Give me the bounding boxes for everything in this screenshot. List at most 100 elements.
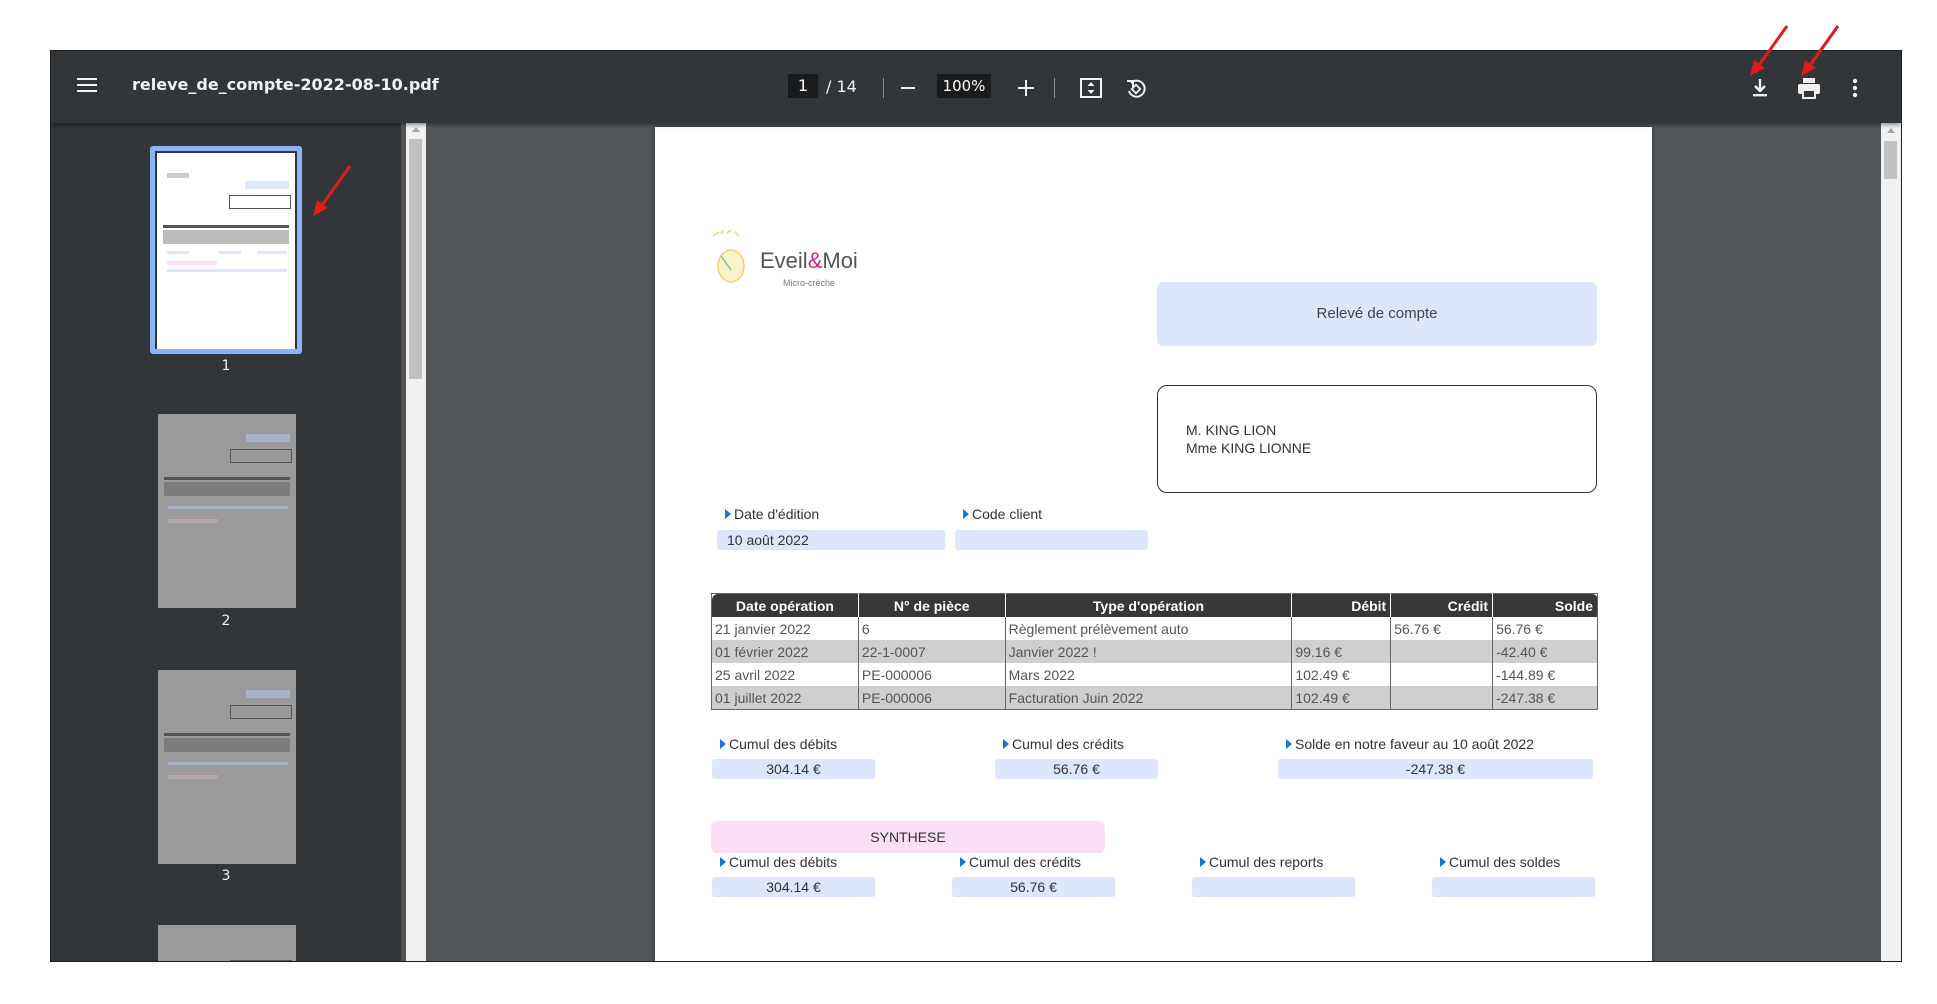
statement-title: Relevé de compte [1157,282,1597,346]
toolbar-divider [1054,78,1055,98]
thumbnail-number: 1 [221,358,231,374]
total-debits-field: 304.14 € [712,759,875,779]
sidebar-scrollbar[interactable] [406,123,426,961]
thumbnail-page-1[interactable] [150,146,302,356]
annotation-arrow-icon [1750,25,1789,76]
table-cell: Janvier 2022 ! [1004,640,1292,663]
total-debits-label: Cumul des débits [720,736,837,752]
thumbnail-sidebar: 1 2 3 [51,123,401,961]
synthese-credits-field: 56.76 € [952,877,1115,897]
logo-name: Eveil&Moi [760,248,858,274]
table-cell: 56.76 € [1390,617,1493,640]
thumbnail-image [158,925,296,961]
pdf-page: Eveil&Moi Micro-crèche Relevé de compte … [655,127,1652,961]
table-cell: PE-000006 [857,686,1006,710]
thumbnail-image [158,670,296,864]
download-icon[interactable] [1749,77,1771,99]
table-cell: 25 avril 2022 [715,666,796,683]
logo-name-suffix: Moi [822,248,858,273]
table-cell: 99.16 € [1291,640,1391,663]
table-cell [1291,617,1391,640]
scroll-up-icon[interactable] [1887,128,1895,133]
address-line: M. KING LION [1186,422,1277,438]
menu-icon[interactable] [77,75,97,93]
client-code-field [955,530,1148,550]
thumbnail-image [157,153,295,349]
synthese-debits-field: 304.14 € [712,877,875,897]
table-cell [1390,686,1493,710]
zoom-input[interactable]: 100% [937,74,991,98]
table-cell: 01 février 2022 [711,640,859,663]
fit-to-page-icon[interactable] [1080,78,1102,98]
toolbar: releve_de_compte-2022-08-10.pdf 1 / 14 1… [51,51,1901,123]
table-cell: Facturation Juin 2022 [1004,686,1292,710]
annotation-arrow-icon [313,165,352,216]
table-cell [1390,663,1493,686]
thumbnail-number: 2 [221,613,231,629]
table-cell: 6 [857,617,1006,640]
table-cell: 102.49 € [1291,663,1391,686]
table-cell: -144.89 € [1492,663,1598,686]
synthese-balances-field [1432,877,1595,897]
table-row: 01 juillet 2022 PE-000006 Facturation Ju… [711,686,1598,710]
logo-name-amp: & [807,248,823,273]
total-credits-label: Cumul des crédits [1003,736,1124,752]
table-cell: -42.40 € [1492,640,1598,663]
table-cell: PE-000006 [857,663,1006,686]
table-cell [1390,640,1493,663]
zoom-in-icon[interactable] [1018,80,1034,96]
table-row: 21 janvier 2022 6 Règlement prélèvement … [712,617,1598,640]
thumbnail-page-4[interactable] [158,925,296,961]
scrollbar-thumb[interactable] [1884,141,1897,179]
page-number-input[interactable]: 1 [788,74,818,98]
synthese-balances-label: Cumul des soldes [1440,854,1560,870]
edition-date-label: Date d'édition [725,506,819,522]
table-row: 01 février 2022 22-1-0007 Janvier 2022 !… [711,640,1598,663]
table-cell: 102.49 € [1291,686,1391,710]
annotation-arrow-icon [1801,25,1840,76]
page-total: / 14 [826,77,857,96]
logo-subtitle: Micro-crèche [783,278,836,288]
table-cell: 56.76 € [1492,617,1598,640]
table-cell: -247.38 € [1492,686,1598,710]
table-cell: Règlement prélèvement auto [1004,617,1292,640]
scroll-up-icon[interactable] [412,127,420,132]
table-row: 25 avril 2022 PE-000006 Mars 2022 102.49… [712,663,1598,686]
thumbnail-page-2[interactable] [158,414,296,608]
print-icon[interactable] [1797,77,1821,99]
column-header: N° de pièce [857,593,1006,617]
column-header: Débit [1291,593,1391,617]
table-cell: 01 juillet 2022 [711,686,859,710]
zoom-out-icon[interactable] [901,87,915,89]
column-header: Date opération [711,593,859,617]
document-scrollbar[interactable] [1881,123,1901,961]
operations-table: Date opération N° de pièce Type d'opérat… [711,593,1598,710]
edition-date-field: 10 août 2022 [717,530,945,550]
thumbnail-image [158,414,296,608]
table-cell: 22-1-0007 [857,640,1006,663]
file-title: releve_de_compte-2022-08-10.pdf [132,75,439,94]
column-header: Type d'opération [1004,593,1292,617]
table-cell: Mars 2022 [1004,663,1292,686]
table-cell: 21 janvier 2022 [715,620,811,637]
synthese-title: SYNTHESE [711,821,1105,853]
total-credits-field: 56.76 € [995,759,1158,779]
client-code-label: Code client [963,506,1042,522]
logo-name-prefix: Eveil [760,248,808,273]
more-options-icon[interactable] [1851,77,1859,99]
balance-field: -247.38 € [1278,759,1593,779]
thumbnail-page-3[interactable] [158,670,296,864]
synthese-debits-label: Cumul des débits [720,854,837,870]
column-header: Crédit [1390,593,1493,617]
thumbnail-number: 3 [221,868,231,884]
synthese-reports-field [1192,877,1355,897]
rotate-icon[interactable] [1124,77,1148,101]
scrollbar-thumb[interactable] [409,139,422,379]
synthese-credits-label: Cumul des crédits [960,854,1081,870]
logo-bulb-icon [712,230,745,283]
synthese-reports-label: Cumul des reports [1200,854,1323,870]
balance-label: Solde en notre faveur au 10 août 2022 [1286,736,1534,752]
toolbar-divider [883,78,884,98]
address-box: M. KING LION Mme KING LIONNE [1157,385,1597,493]
table-header-row: Date opération N° de pièce Type d'opérat… [711,593,1598,617]
